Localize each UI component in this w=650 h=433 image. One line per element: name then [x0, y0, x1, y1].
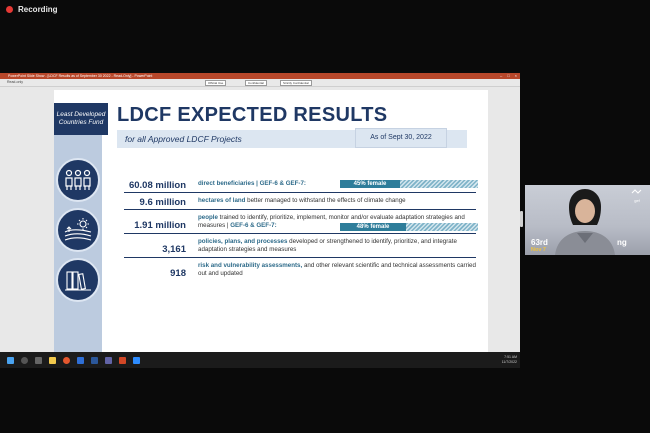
female-share-bar: 45% female: [340, 180, 478, 188]
row-text: hectares of land better managed to withs…: [198, 197, 476, 205]
row-number: 60.08 million: [128, 180, 186, 191]
recording-indicator: Recording: [6, 5, 58, 14]
shared-screen: PowerPoint Slide Show - [LDCF Results as…: [0, 73, 520, 368]
start-icon[interactable]: [7, 356, 14, 364]
slide-area: Least Developed Countries Fund LDCF EXPE…: [0, 87, 520, 357]
row-divider: [124, 233, 476, 234]
task-view-icon[interactable]: [35, 356, 42, 364]
female-share-remainder: [406, 223, 478, 231]
slide: Least Developed Countries Fund LDCF EXPE…: [54, 90, 488, 355]
window-title: PowerPoint Slide Show - [LDCF Results as…: [8, 74, 153, 78]
row-text: policies, plans, and processes developed…: [198, 238, 476, 254]
clock-date: 11/7/2022: [501, 360, 517, 364]
video-date: Nov 7: [531, 247, 546, 253]
people-icon: [56, 158, 100, 202]
female-share-label: 48% female: [340, 223, 406, 231]
badge-line2: Countries Fund: [58, 119, 104, 126]
sensitivity-confidential-button[interactable]: Confidential: [245, 80, 267, 86]
teams-icon[interactable]: [105, 356, 112, 364]
row-text-bold: hectares of land: [198, 197, 246, 204]
gef-logo: gef: [631, 189, 643, 203]
as-of-date: As of Sept 30, 2022: [355, 128, 447, 148]
word-icon[interactable]: [91, 356, 98, 364]
info-bar: Read-only Official Use Confidential Stri…: [0, 79, 520, 87]
row-text-bold: direct beneficiaries | GEF-6 & GEF-7:: [198, 180, 306, 187]
row-text-bold: risk and vulnerability assessments,: [198, 262, 303, 269]
row-number: 918: [170, 268, 186, 279]
participant-video[interactable]: gef 63rd ng Nov 7: [525, 185, 650, 255]
row-text: risk and vulnerability assessments, and …: [198, 262, 476, 278]
row-text-bold: policies, plans, and processes: [198, 238, 288, 245]
row-number: 1.91 million: [134, 220, 186, 231]
taskbar-clock[interactable]: 7:51 AM 11/7/2022: [502, 355, 517, 365]
slide-subtitle: for all Approved LDCF Projects: [125, 134, 242, 144]
video-title-right: ng: [617, 238, 627, 247]
female-share-label: 45% female: [340, 180, 400, 188]
row-text-rest: better managed to withstand the effects …: [245, 197, 406, 204]
row-divider: [124, 257, 476, 258]
sensitivity-official-button[interactable]: Official Use: [205, 80, 227, 86]
books-icon: [56, 258, 100, 302]
file-explorer-icon[interactable]: [49, 356, 56, 364]
sensitivity-strict-button[interactable]: Strictly Confidential: [280, 80, 312, 86]
row-number: 9.6 million: [139, 197, 186, 208]
powerpoint-icon[interactable]: [119, 356, 126, 364]
chrome-icon[interactable]: [63, 356, 70, 364]
outlook-icon[interactable]: [77, 356, 84, 364]
ldcf-badge: Least Developed Countries Fund: [54, 103, 108, 135]
female-share-bar: 48% female: [340, 223, 478, 231]
row-text-bold: people: [198, 214, 218, 221]
row-divider: [124, 192, 476, 193]
female-share-remainder: [400, 180, 478, 188]
row-number: 3,161: [162, 244, 186, 255]
video-title-left: 63rd: [531, 238, 548, 247]
row-text-bold2: GEF-6 & GEF-7:: [230, 222, 277, 229]
gef-logo-text: gef: [634, 198, 640, 203]
land-icon: [56, 208, 100, 252]
badge-line1: Least Developed: [56, 111, 106, 118]
windows-taskbar: 7:51 AM 11/7/2022: [0, 352, 520, 368]
read-only-label: Read-only: [7, 80, 23, 84]
slide-title: LDCF EXPECTED RESULTS: [117, 104, 388, 126]
panel-resize-handle[interactable]: [520, 211, 523, 227]
recording-label: Recording: [18, 5, 58, 14]
zoom-icon[interactable]: [133, 356, 140, 364]
subtitle-bar: for all Approved LDCF Projects As of Sep…: [117, 128, 467, 148]
record-dot-icon: [6, 6, 13, 13]
search-icon[interactable]: [21, 356, 28, 364]
row-divider: [124, 209, 476, 210]
